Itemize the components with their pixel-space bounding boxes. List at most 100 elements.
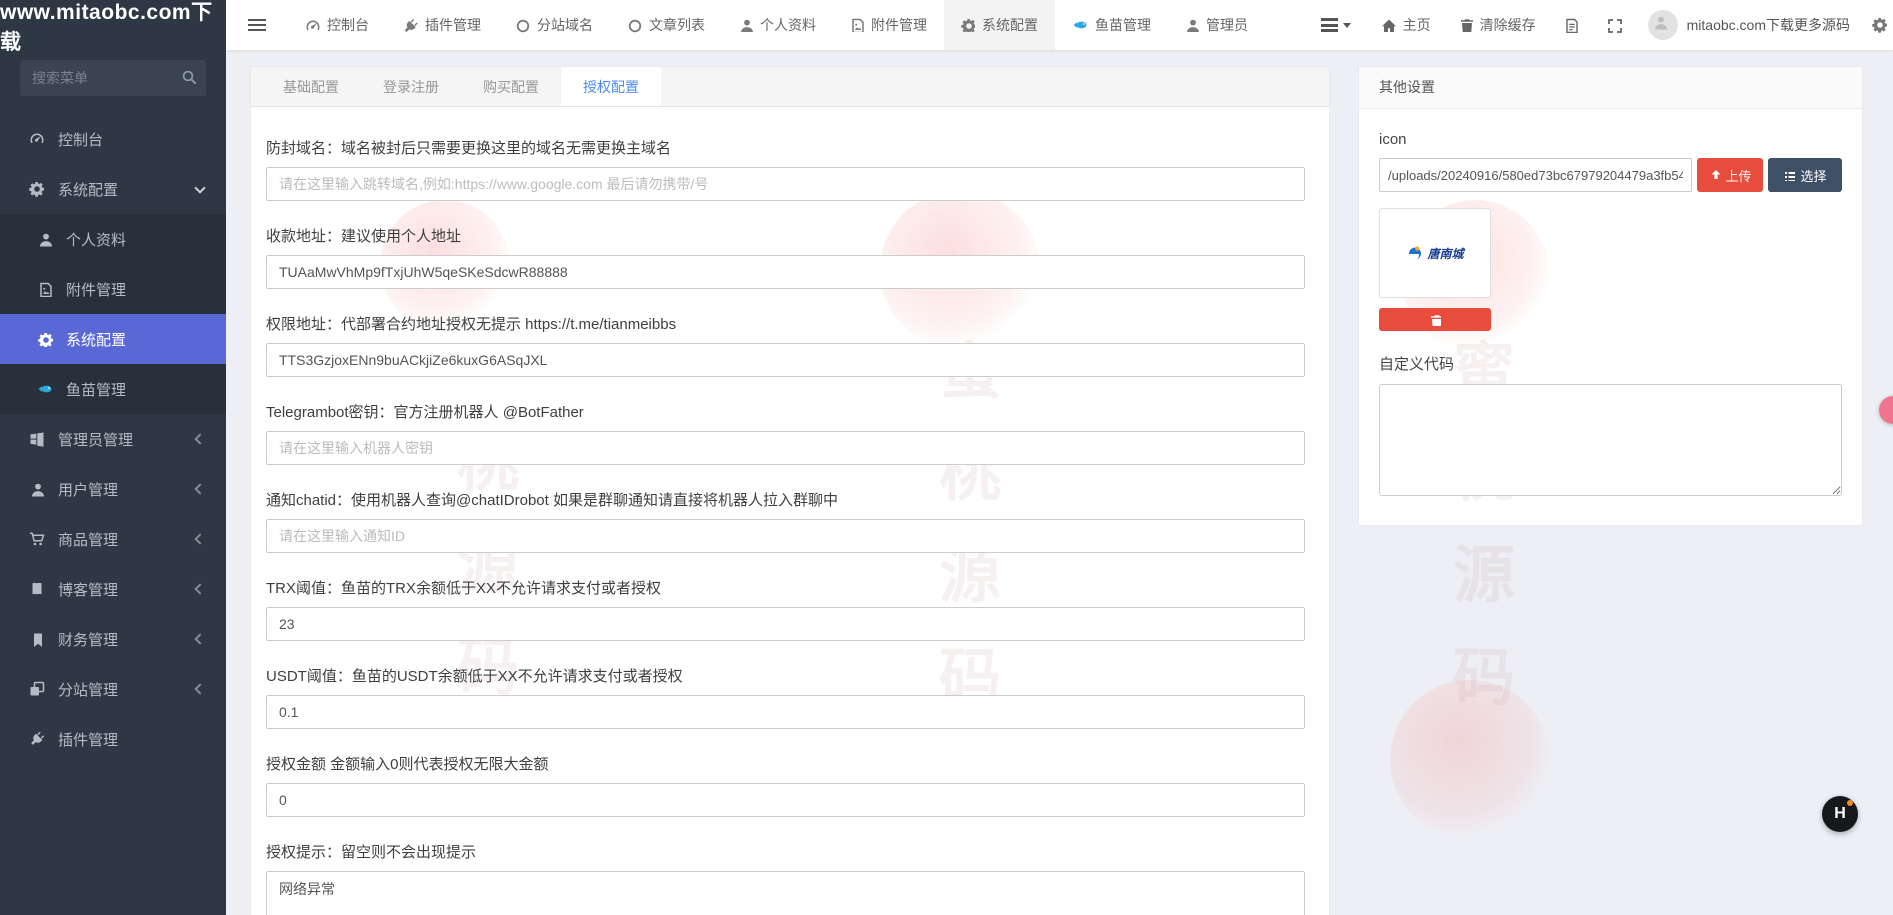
- settings-gears-icon[interactable]: [1862, 17, 1893, 34]
- gear-icon: [34, 332, 56, 347]
- sidebar-item-label: 系统配置: [66, 329, 126, 350]
- sidebar-item-label: 商品管理: [58, 529, 118, 550]
- top-navbar: 控制台 插件管理 分站域名 文章列表 个人资料 附件管理 系统配置 鱼苗管理 管…: [226, 0, 1893, 50]
- sidebar-item-label: 鱼苗管理: [66, 379, 126, 400]
- username-label: mitaobc.com下载更多源码: [1687, 15, 1850, 35]
- file-image-icon: [850, 18, 864, 32]
- home-link[interactable]: 主页: [1367, 0, 1445, 50]
- sidebar-item-finance-manage[interactable]: 财务管理: [0, 614, 226, 664]
- choose-button[interactable]: 选择: [1768, 158, 1842, 192]
- payment-address-input[interactable]: [266, 255, 1305, 289]
- sidebar-item-goods-manage[interactable]: 商品管理: [0, 514, 226, 564]
- nav-item-fish-manage[interactable]: 鱼苗管理: [1055, 0, 1168, 50]
- sidebar-item-fish-manage[interactable]: 鱼苗管理: [0, 364, 226, 414]
- circle-icon: [515, 18, 530, 33]
- home-icon: [1381, 18, 1396, 33]
- sidebar-item-user-manage[interactable]: 用户管理: [0, 464, 226, 514]
- watermark-peach: [1390, 680, 1550, 840]
- nav-item-dashboard[interactable]: 控制台: [288, 0, 386, 50]
- telegram-bot-key-input[interactable]: [266, 431, 1305, 465]
- sidebar-item-label: 系统配置: [58, 179, 118, 200]
- plug-icon: [403, 18, 418, 33]
- chevron-left-icon: [194, 583, 205, 594]
- user-icon: [739, 18, 753, 32]
- user-icon: [34, 232, 56, 247]
- search-icon: [181, 69, 196, 84]
- sidebar-toggle-icon[interactable]: [226, 19, 288, 31]
- delete-icon-button[interactable]: [1379, 308, 1491, 331]
- tab-authorize-config[interactable]: 授权配置: [561, 67, 661, 106]
- sidebar-item-label: 博客管理: [58, 579, 118, 600]
- menu-dropdown-icon[interactable]: [1305, 18, 1367, 32]
- field-label: 防封域名：域名被封后只需要更换这里的域名无需更换主域名: [266, 137, 1305, 158]
- permission-address-input[interactable]: [266, 343, 1305, 377]
- tab-basic-config[interactable]: 基础配置: [261, 67, 361, 106]
- nav-item-articles[interactable]: 文章列表: [610, 0, 722, 50]
- auth-tip-textarea[interactable]: [266, 871, 1305, 915]
- sidebar-item-plugin-manage[interactable]: 插件管理: [0, 714, 226, 764]
- side-float-widget[interactable]: [1879, 396, 1893, 424]
- fish-icon: [34, 381, 56, 398]
- custom-code-textarea[interactable]: [1379, 384, 1842, 496]
- usdt-threshold-input[interactable]: [266, 695, 1305, 729]
- chevron-left-icon: [194, 683, 205, 694]
- sidebar: www.mitaobc.com下载 控制台 系统配置 个人资料 附件管理 系统配…: [0, 0, 226, 915]
- clear-cache-label: 清除缓存: [1480, 15, 1536, 35]
- trx-threshold-input[interactable]: [266, 607, 1305, 641]
- field-trx-threshold: TRX阈值：鱼苗的TRX余额低于XX不允许请求支付或者授权: [266, 577, 1305, 641]
- field-permission-address: 权限地址：代部署合约地址授权无提示 https://t.me/tianmeibb…: [266, 313, 1305, 377]
- other-settings-panel: 其他设置 icon 上传 选择 唐南城 自定义代码: [1358, 66, 1863, 526]
- field-auth-amount: 授权金额 金额输入0则代表授权无限大金额: [266, 753, 1305, 817]
- sidebar-item-admin-manage[interactable]: 管理员管理: [0, 414, 226, 464]
- nav-item-profile[interactable]: 个人资料: [722, 0, 833, 50]
- sidebar-item-label: 管理员管理: [58, 429, 133, 450]
- notify-chatid-input[interactable]: [266, 519, 1305, 553]
- circle-icon: [627, 18, 642, 33]
- sidebar-item-system-config-current[interactable]: 系统配置: [0, 314, 226, 364]
- cart-icon: [26, 531, 48, 547]
- sidebar-item-label: 个人资料: [66, 229, 126, 250]
- auth-amount-input[interactable]: [266, 783, 1305, 817]
- field-usdt-threshold: USDT阈值：鱼苗的USDT余额低于XX不允许请求支付或者授权: [266, 665, 1305, 729]
- fullscreen-button[interactable]: [1593, 0, 1636, 50]
- tab-purchase-config[interactable]: 购买配置: [461, 67, 561, 106]
- nav-item-plugins[interactable]: 插件管理: [386, 0, 498, 50]
- user-menu[interactable]: mitaobc.com下载更多源码: [1636, 0, 1862, 50]
- bookmark-icon: [26, 632, 48, 647]
- sidebar-item-dashboard[interactable]: 控制台: [0, 114, 226, 164]
- list-icon: [1783, 169, 1795, 181]
- sidebar-item-label: 财务管理: [58, 629, 118, 650]
- site-logo-mark: [1406, 244, 1424, 262]
- field-label: 通知chatid：使用机器人查询@chatIDrobot 如果是群聊通知请直接将…: [266, 489, 1305, 510]
- chevron-left-icon: [194, 633, 205, 644]
- tab-login-register[interactable]: 登录注册: [361, 67, 461, 106]
- field-telegram-bot-key: Telegrambot密钥：官方注册机器人 @BotFather: [266, 401, 1305, 465]
- nav-item-subdomain[interactable]: 分站域名: [498, 0, 610, 50]
- log-button[interactable]: [1550, 0, 1593, 50]
- sidebar-item-system-config[interactable]: 系统配置: [0, 164, 226, 214]
- nav-item-system-config[interactable]: 系统配置: [944, 0, 1055, 50]
- field-label: TRX阈值：鱼苗的TRX余额低于XX不允许请求支付或者授权: [266, 577, 1305, 598]
- anti-block-domain-input[interactable]: [266, 167, 1305, 201]
- menu-search-input[interactable]: [20, 60, 206, 96]
- home-label: 主页: [1403, 15, 1431, 35]
- field-label: USDT阈值：鱼苗的USDT余额低于XX不允许请求支付或者授权: [266, 665, 1305, 686]
- gear-icon: [961, 18, 975, 32]
- sidebar-item-profile[interactable]: 个人资料: [0, 214, 226, 264]
- nav-item-admin[interactable]: 管理员: [1168, 0, 1265, 50]
- sidebar-item-label: 分站管理: [58, 679, 118, 700]
- nav-item-label: 附件管理: [871, 15, 927, 35]
- icon-path-input[interactable]: [1379, 158, 1692, 192]
- nav-item-label: 鱼苗管理: [1095, 15, 1151, 35]
- sidebar-item-substation-manage[interactable]: 分站管理: [0, 664, 226, 714]
- clear-cache-button[interactable]: 清除缓存: [1445, 0, 1550, 50]
- clone-icon: [26, 681, 48, 697]
- help-float-button[interactable]: H: [1822, 796, 1858, 832]
- sidebar-item-attachments[interactable]: 附件管理: [0, 264, 226, 314]
- icon-preview-thumbnail[interactable]: 唐南城: [1379, 208, 1491, 298]
- upload-button[interactable]: 上传: [1697, 158, 1763, 192]
- panel-title: 其他设置: [1359, 67, 1862, 109]
- field-label: 权限地址：代部署合约地址授权无提示 https://t.me/tianmeibb…: [266, 313, 1305, 334]
- nav-item-attachments[interactable]: 附件管理: [833, 0, 944, 50]
- sidebar-item-blog-manage[interactable]: 博客管理: [0, 564, 226, 614]
